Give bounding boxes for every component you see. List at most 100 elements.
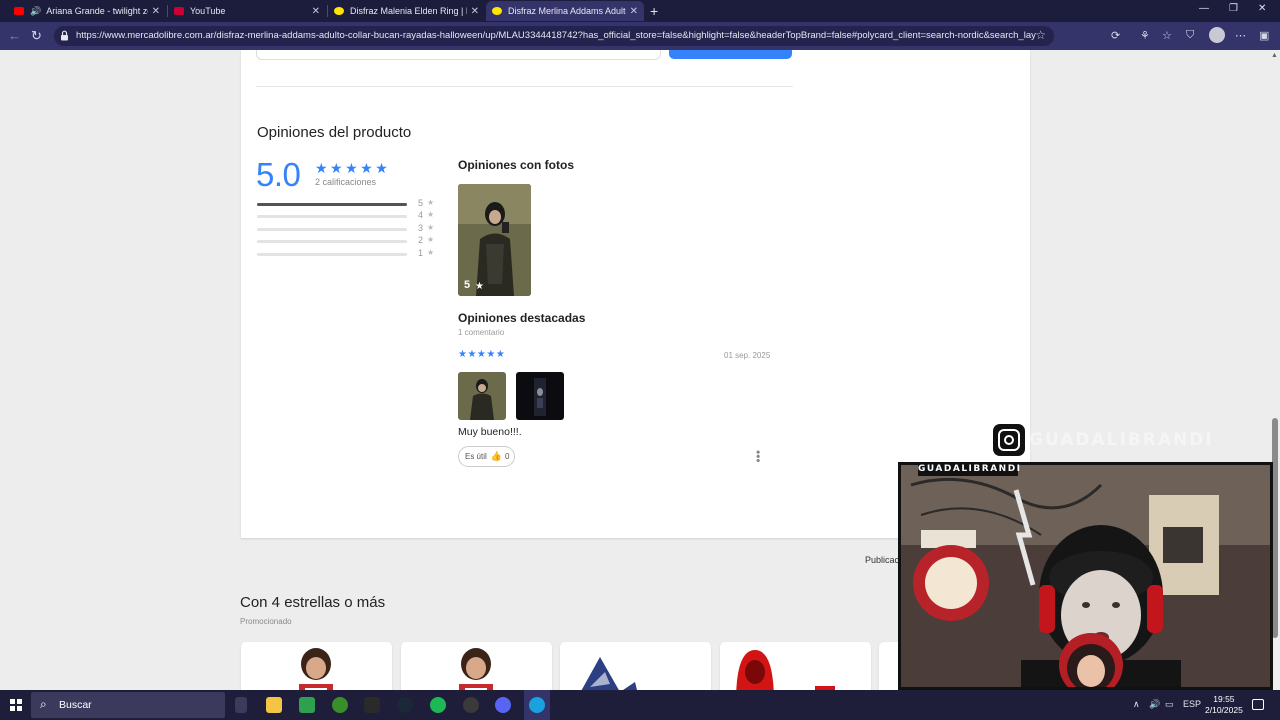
question-input[interactable]	[256, 50, 661, 60]
reload-icon[interactable]: ↻	[31, 28, 42, 44]
language-indicator[interactable]: ESP	[1183, 699, 1201, 709]
webcam-name-label: GUADALIBRANDI	[918, 463, 1022, 476]
tab-label: Disfraz Merlina Addams Adulto C	[508, 6, 626, 16]
ask-button[interactable]	[669, 50, 792, 59]
rating-bar-5[interactable]: 5 ★	[257, 198, 437, 210]
rating-bar-2[interactable]: 2 ★	[257, 235, 437, 247]
clock-time: 19:55	[1213, 694, 1235, 704]
close-icon[interactable]: ✕	[312, 6, 320, 17]
restore-icon[interactable]: ❐	[1229, 3, 1238, 14]
url-field[interactable]: https://www.mercadolibre.com.ar/disfraz-…	[54, 26, 1054, 46]
taskbar: ⌕ Buscar ∧ 🔊 ▭ ESP 19:55 2/10/2025	[0, 690, 1280, 720]
tab-youtube[interactable]: YouTube ✕	[168, 1, 326, 21]
youtube-favicon-icon	[174, 7, 184, 15]
star-icon: ★	[427, 235, 435, 244]
product-card[interactable]	[241, 642, 392, 690]
obs-icon[interactable]	[463, 697, 479, 713]
webcam-image	[901, 465, 1270, 687]
useful-count: 0	[505, 452, 510, 461]
minecraft-icon[interactable]	[299, 697, 315, 713]
volume-icon[interactable]: 🔊	[1149, 699, 1160, 710]
shield-icon[interactable]: ⛉	[1186, 29, 1194, 42]
star-icon: ★	[427, 210, 435, 219]
xbox-icon[interactable]	[332, 697, 348, 713]
url-text: https://www.mercadolibre.com.ar/disfraz-…	[76, 30, 1036, 41]
extension-icon[interactable]: ⚘	[1140, 29, 1150, 42]
network-icon[interactable]: ▭	[1165, 699, 1174, 710]
sidebar-toggle-icon[interactable]: ▣	[1259, 29, 1269, 42]
star-icon: ★	[427, 248, 435, 257]
rating-bar-label: 2	[418, 235, 424, 245]
spotify-icon[interactable]	[430, 697, 446, 713]
refresh-extension-icon[interactable]: ⟳	[1111, 29, 1120, 42]
useful-button[interactable]: Es útil 👍 0	[458, 446, 515, 467]
favorite-star-icon[interactable]: ☆	[1035, 28, 1046, 42]
ratings-count: 2 calificaciones	[315, 177, 377, 187]
useful-label: Es útil	[465, 452, 487, 461]
tab-malenia[interactable]: Disfraz Malenia Elden Ring | Merc ✕	[328, 1, 485, 21]
task-view-icon[interactable]	[235, 697, 247, 713]
search-placeholder: Buscar	[59, 699, 92, 711]
product-card[interactable]	[720, 642, 871, 690]
taskbar-search[interactable]: ⌕ Buscar	[31, 692, 225, 718]
review-thumbnail[interactable]	[516, 372, 564, 420]
product-card[interactable]	[560, 642, 711, 690]
profile-avatar[interactable]	[1209, 27, 1225, 43]
recommendations-subtitle: Promocionado	[240, 617, 292, 626]
edge-icon[interactable]	[529, 697, 545, 713]
close-icon[interactable]: ✕	[152, 6, 160, 17]
notifications-icon[interactable]	[1252, 699, 1264, 710]
review-stars: ★★★★★	[458, 349, 506, 360]
lock-icon	[61, 30, 68, 41]
photo-reviews-title: Opiniones con fotos	[458, 158, 574, 172]
publication-link[interactable]: Publicac	[865, 555, 899, 565]
tab-merlina[interactable]: Disfraz Merlina Addams Adulto C ✕	[486, 1, 644, 21]
discord-icon[interactable]	[495, 697, 511, 713]
new-tab-button[interactable]: +	[650, 3, 658, 19]
photo-rating: 5	[464, 279, 471, 291]
review-date: 01 sep. 2025	[724, 351, 771, 360]
close-icon[interactable]: ✕	[630, 6, 638, 17]
more-menu-icon[interactable]: ⋯	[1235, 29, 1246, 42]
divider	[256, 86, 793, 87]
rating-bar-fill	[257, 203, 407, 206]
rating-bar-label: 3	[418, 223, 424, 233]
product-card[interactable]	[401, 642, 552, 690]
mercadolibre-favicon-icon	[334, 7, 344, 15]
rating-bar-label: 5	[418, 198, 424, 208]
rating-bar-4[interactable]: 4 ★	[257, 210, 437, 222]
rating-bar-label: 4	[418, 210, 424, 220]
star-icon: ★	[427, 198, 435, 207]
address-toolbar: ← ↻ https://www.mercadolibre.com.ar/disf…	[0, 22, 1280, 50]
featured-count: 1 comentario	[458, 328, 505, 337]
reviews-section-title: Opiniones del producto	[257, 124, 412, 141]
tray-chevron-icon[interactable]: ∧	[1133, 699, 1140, 710]
minimize-icon[interactable]: —	[1199, 3, 1209, 14]
review-photo[interactable]: 5 ★	[458, 184, 531, 296]
epic-games-icon[interactable]	[364, 697, 380, 713]
average-rating: 5.0	[256, 156, 301, 193]
close-window-icon[interactable]: ✕	[1258, 3, 1266, 14]
file-explorer-icon[interactable]	[266, 697, 282, 713]
webcam-overlay	[898, 462, 1273, 690]
featured-reviews-title: Opiniones destacadas	[458, 311, 586, 325]
tab-ariana-grande[interactable]: 🔊 Ariana Grande - twilight zon ✕	[8, 1, 166, 21]
rating-bar-3[interactable]: 3 ★	[257, 223, 437, 235]
windows-start-icon[interactable]	[10, 699, 22, 711]
review-thumbnail[interactable]	[458, 372, 506, 420]
star-icon: ★	[427, 223, 435, 232]
rating-bar-1[interactable]: 1 ★	[257, 248, 437, 260]
close-icon[interactable]: ✕	[471, 6, 479, 17]
clock[interactable]: 19:55 2/10/2025	[1205, 694, 1243, 716]
tab-label: Ariana Grande - twilight zon	[46, 6, 148, 16]
instagram-icon	[993, 424, 1025, 456]
more-options-icon[interactable]: •••	[751, 450, 765, 463]
rating-bar-label: 1	[418, 248, 424, 258]
scroll-up-icon[interactable]: ▲	[1271, 52, 1278, 59]
mercadolibre-favicon-icon	[492, 7, 502, 15]
search-icon: ⌕	[40, 697, 47, 711]
back-icon[interactable]: ←	[8, 28, 21, 43]
tab-label: YouTube	[190, 6, 226, 16]
favorites-icon[interactable]: ☆	[1162, 29, 1172, 42]
steam-icon[interactable]	[397, 697, 413, 713]
